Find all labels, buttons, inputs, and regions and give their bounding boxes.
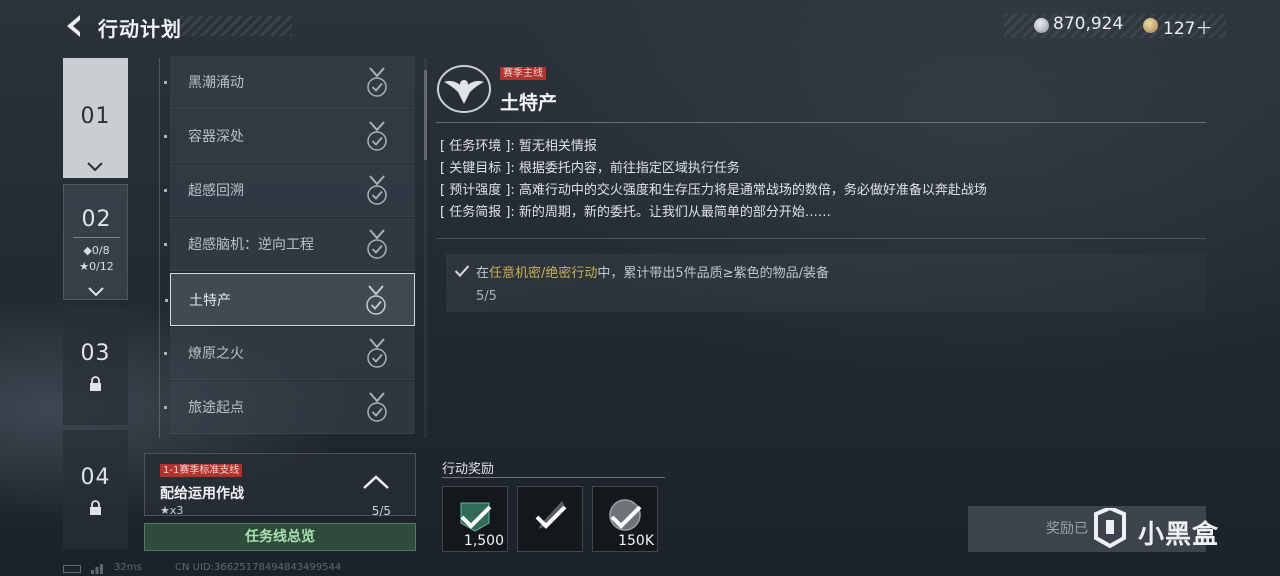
list-dot — [165, 299, 168, 302]
mission-name: 超感回溯 — [188, 183, 244, 199]
info-key: [ 预计强度 ] — [440, 183, 511, 198]
claimed-check-icon — [460, 505, 492, 529]
chapter-number: 02 — [81, 207, 112, 232]
battery-icon — [63, 565, 81, 573]
mission-name: 燎原之火 — [188, 346, 244, 362]
completed-medal-icon — [367, 121, 387, 151]
reward-item[interactable]: 1,500 — [442, 486, 508, 552]
chapter-number: 01 — [80, 104, 111, 129]
info-value: : 新的周期，新的委托。让我们从最简单的部分开始…… — [510, 205, 831, 220]
objective-progress: 5/5 — [476, 289, 497, 304]
objective-highlight: 任意机密/绝密行动 — [489, 266, 598, 281]
chapter-divider — [73, 237, 120, 238]
reward-item[interactable]: 150K — [592, 486, 658, 552]
completed-medal-icon — [367, 392, 387, 422]
gold-coin-icon — [1143, 18, 1158, 33]
list-dot — [164, 243, 167, 246]
silver-coin-icon — [1034, 18, 1049, 33]
info-value: : 根据委托内容，前往指定区域执行任务 — [510, 161, 740, 176]
uid-text: CN UID:36625178494843499544 — [175, 562, 342, 573]
info-key: [ 任务环境 ] — [440, 139, 511, 154]
chapter-number: 04 — [80, 465, 111, 490]
chapter-number: 03 — [80, 341, 111, 366]
chapter-tab-03[interactable]: 03 — [63, 306, 128, 425]
info-briefing: [ 任务简报 ]: 新的周期，新的委托。让我们从最简单的部分开始…… — [440, 201, 831, 220]
reward-amount: 1,500 — [463, 533, 504, 549]
mission-item[interactable]: 黑潮涌动 — [164, 56, 415, 109]
eagle-emblem-icon — [437, 65, 491, 113]
lock-icon — [90, 376, 101, 391]
list-dot — [164, 81, 167, 84]
watermark-text: 小黑盒 — [1138, 520, 1220, 550]
completed-medal-icon — [367, 67, 387, 97]
branch-tag: 1-1赛季标准支线 — [160, 464, 243, 477]
gold-currency-amount[interactable]: 127＋ — [1163, 14, 1212, 39]
branch-stars: ★x3 — [160, 504, 184, 517]
claimed-check-icon — [610, 505, 642, 529]
mission-item[interactable]: 容器深处 — [164, 110, 415, 163]
completed-medal-icon — [366, 285, 386, 315]
chapter-tab-04[interactable]: 04 — [63, 430, 128, 549]
branch-title: 配给运用作战 — [160, 486, 244, 502]
mission-overview-button[interactable]: 任务线总览 — [144, 523, 416, 551]
rewards-label: 行动奖励 — [442, 462, 495, 477]
list-dot — [164, 352, 167, 355]
info-value: : 高难行动中的交火强度和生存压力将是通常战场的数倍，务必做好准备以奔赴战场 — [510, 183, 987, 198]
mission-name: 超感脑机：逆向工程 — [188, 237, 314, 253]
objective-text: 在任意机密/绝密行动中，累计带出5件品质≥紫色的物品/装备 — [476, 262, 829, 281]
info-key: [ 关键目标 ] — [440, 161, 511, 176]
info-value: : 暂无相关情报 — [510, 139, 597, 154]
chevron-up-icon[interactable] — [362, 474, 390, 490]
check-icon — [454, 265, 470, 278]
signal-icon — [91, 564, 103, 574]
completed-medal-icon — [367, 229, 387, 259]
chevron-down-icon — [87, 162, 103, 172]
mission-name: 旅途起点 — [188, 400, 244, 416]
mission-tag: 赛季主线 — [500, 67, 546, 80]
silver-currency-amount: 870,924 — [1053, 14, 1124, 34]
branch-mission-card[interactable]: 1-1赛季标准支线 配给运用作战 ★x3 5/5 — [144, 453, 416, 518]
mission-item[interactable]: 燎原之火 — [164, 327, 415, 380]
list-dot — [164, 135, 167, 138]
title-decoration — [180, 16, 292, 36]
mission-item[interactable]: 旅途起点 — [164, 381, 415, 434]
scrollbar-thumb[interactable] — [424, 70, 427, 160]
info-intensity: [ 预计强度 ]: 高难行动中的交火强度和生存压力将是通常战场的数倍，务必做好准… — [440, 179, 987, 198]
chapter-tab-01[interactable]: 01 — [63, 58, 128, 178]
info-environment: [ 任务环境 ]: 暂无相关情报 — [440, 135, 597, 154]
claimed-check-icon — [535, 505, 567, 529]
reward-amount: 150K — [618, 533, 654, 549]
objective-prefix: 在 — [476, 266, 490, 281]
info-target: [ 关键目标 ]: 根据委托内容，前往指定区域执行任务 — [440, 157, 740, 176]
mission-item-selected[interactable]: 土特产 — [165, 273, 415, 326]
mission-item[interactable]: 超感回溯 — [164, 164, 415, 217]
divider — [436, 238, 1206, 239]
lock-icon — [90, 500, 101, 515]
list-dot — [164, 189, 167, 192]
chevron-down-icon — [88, 287, 104, 297]
page-title: 行动计划 — [98, 17, 182, 41]
completed-medal-icon — [367, 338, 387, 368]
completed-medal-icon — [367, 175, 387, 205]
chapter-diamond-progress: ◆0/8 — [83, 244, 110, 257]
branch-progress: 5/5 — [371, 504, 391, 518]
mission-title: 土特产 — [500, 92, 558, 114]
back-arrow-icon[interactable] — [62, 12, 86, 40]
reward-item[interactable] — [517, 486, 583, 552]
ping-text: 32ms — [114, 562, 142, 573]
objective-suffix: 中，累计带出5件品质≥紫色的物品/装备 — [597, 266, 829, 281]
divider — [436, 122, 1206, 123]
mission-name: 土特产 — [189, 293, 231, 309]
mission-name: 黑潮涌动 — [188, 75, 244, 91]
mission-item[interactable]: 超感脑机：逆向工程 — [164, 218, 415, 271]
mission-list-line — [159, 58, 160, 438]
chapter-star-progress: ★0/12 — [79, 260, 114, 273]
rewards-divider — [442, 477, 665, 478]
chapter-tab-02[interactable]: 02 ◆0/8 ★0/12 — [63, 184, 128, 300]
info-key: [ 任务简报 ] — [440, 205, 511, 220]
mission-name: 容器深处 — [188, 129, 244, 145]
list-dot — [164, 406, 167, 409]
